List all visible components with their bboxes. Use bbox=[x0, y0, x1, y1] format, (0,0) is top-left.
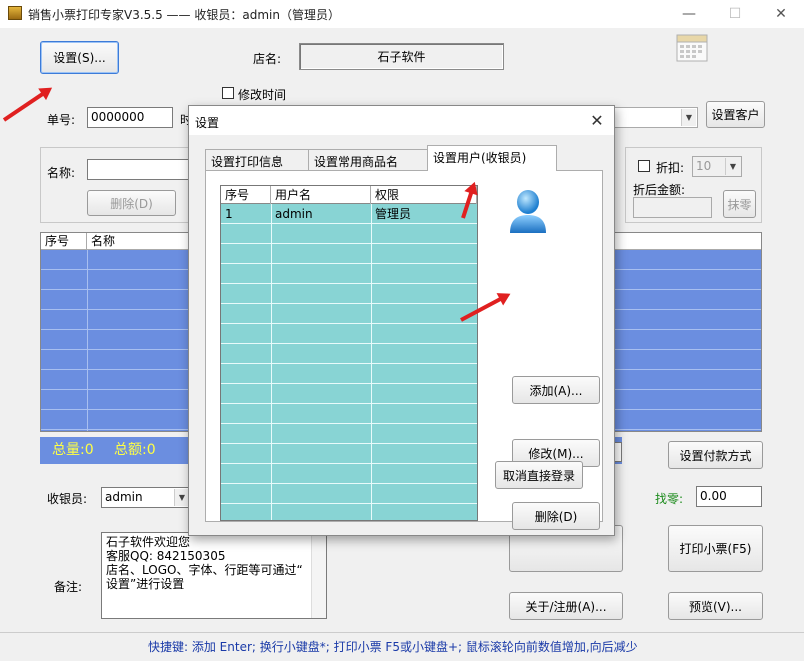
product-name-label: 名称: bbox=[47, 166, 76, 180]
total-amount: 总额:0 bbox=[114, 442, 156, 458]
note-line: 店名、LOGO、字体、行距等可通过“ bbox=[106, 563, 303, 577]
note-line: 客服QQ: 842150305 bbox=[106, 549, 226, 563]
discount-select[interactable]: 10 ▼ bbox=[692, 156, 742, 177]
round-off-button[interactable]: 抹零 bbox=[723, 190, 756, 218]
table-row[interactable] bbox=[221, 224, 477, 244]
table-row[interactable] bbox=[221, 264, 477, 284]
order-number-input[interactable]: 0000000 bbox=[87, 107, 173, 128]
cashier-select[interactable]: admin ▼ bbox=[101, 487, 191, 508]
set-payment-button[interactable]: 设置付款方式 bbox=[668, 441, 763, 469]
column-header[interactable]: 用户名 bbox=[271, 186, 371, 204]
delete-user-button[interactable]: 删除(D) bbox=[512, 502, 600, 530]
minimize-button[interactable]: — bbox=[666, 0, 712, 28]
modify-time-label: 修改时间 bbox=[238, 88, 287, 102]
cashier-value: admin bbox=[105, 490, 143, 504]
table-row[interactable] bbox=[221, 464, 477, 484]
status-shortcuts-text: 快捷键: 添加 Enter; 换行小键盘*; 打印小票 F5或小键盘+; 鼠标滚… bbox=[148, 640, 638, 654]
store-name-field: 石子软件 bbox=[299, 43, 504, 70]
discount-label: 折扣: bbox=[656, 161, 685, 175]
dialog-close-button[interactable]: ✕ bbox=[586, 110, 608, 130]
dialog-title: 设置 bbox=[195, 116, 220, 130]
change-input[interactable]: 0.00 bbox=[696, 486, 762, 507]
annotation-arrow bbox=[2, 91, 45, 122]
set-customer-button[interactable]: 设置客户 bbox=[706, 101, 765, 128]
settings-dialog: 设置 ✕ 设置打印信息 设置常用商品名 设置用户(收银员) 序号 用户名 权限 … bbox=[188, 105, 615, 536]
user-avatar-icon bbox=[508, 187, 548, 237]
store-name-label: 店名: bbox=[253, 52, 282, 66]
table-row[interactable] bbox=[221, 484, 477, 504]
cashier-label: 收银员: bbox=[47, 492, 88, 506]
notes-scrollbar[interactable] bbox=[311, 533, 326, 618]
discount-checkbox[interactable] bbox=[638, 160, 650, 172]
cancel-auto-login-button[interactable]: 取消直接登录 bbox=[495, 461, 583, 489]
print-receipt-button[interactable]: 打印小票(F5) bbox=[668, 525, 763, 572]
column-header[interactable]: 权限 bbox=[371, 186, 477, 204]
calendar-icon[interactable] bbox=[676, 32, 708, 62]
row-username: admin bbox=[275, 207, 313, 221]
preview-button[interactable]: 预览(V)... bbox=[668, 592, 763, 620]
after-discount-input[interactable] bbox=[633, 197, 712, 218]
maximize-button[interactable]: ☐ bbox=[712, 0, 758, 28]
table-row[interactable] bbox=[221, 504, 477, 520]
table-row[interactable] bbox=[221, 284, 477, 304]
total-quantity: 总量:0 bbox=[52, 442, 94, 458]
product-name-input[interactable] bbox=[87, 159, 190, 180]
users-table[interactable]: 序号 用户名 权限 1 admin 管理员 bbox=[220, 185, 478, 521]
customer-select[interactable]: ▼ bbox=[612, 107, 698, 128]
notes-textarea[interactable]: 石子软件欢迎您 客服QQ: 842150305 店名、LOGO、字体、行距等可通… bbox=[101, 532, 327, 619]
column-header[interactable]: 名称 bbox=[87, 233, 197, 250]
users-table-header: 序号 用户名 权限 bbox=[221, 186, 477, 204]
status-bar: 快捷键: 添加 Enter; 换行小键盘*; 打印小票 F5或小键盘+; 鼠标滚… bbox=[0, 632, 804, 661]
tab-print-info[interactable]: 设置打印信息 bbox=[205, 149, 309, 170]
chevron-down-icon: ▼ bbox=[681, 109, 696, 126]
tab-users[interactable]: 设置用户(收银员) bbox=[427, 145, 557, 171]
app-icon bbox=[8, 6, 22, 20]
add-user-button[interactable]: 添加(A)... bbox=[512, 376, 600, 404]
column-header[interactable]: 序号 bbox=[41, 233, 87, 250]
close-button[interactable]: ✕ bbox=[758, 0, 804, 28]
table-row[interactable] bbox=[221, 364, 477, 384]
column-header[interactable]: 序号 bbox=[221, 186, 271, 204]
order-number-label: 单号: bbox=[47, 113, 76, 127]
dialog-titlebar: 设置 ✕ bbox=[189, 106, 614, 135]
delete-item-button[interactable]: 删除(D) bbox=[87, 190, 176, 216]
table-row[interactable] bbox=[221, 304, 477, 324]
tab-common-products[interactable]: 设置常用商品名 bbox=[308, 149, 428, 170]
notes-label: 备注: bbox=[54, 580, 83, 594]
discount-value: 10 bbox=[696, 159, 712, 173]
chevron-down-icon: ▼ bbox=[174, 489, 189, 506]
table-row[interactable] bbox=[221, 244, 477, 264]
modify-time-checkbox[interactable] bbox=[222, 87, 234, 99]
chevron-down-icon: ▼ bbox=[725, 158, 740, 175]
after-discount-label: 折后金额: bbox=[633, 183, 686, 197]
row-index: 1 bbox=[225, 207, 233, 221]
table-row[interactable] bbox=[221, 324, 477, 344]
table-row[interactable] bbox=[221, 444, 477, 464]
note-line: 石子软件欢迎您 bbox=[106, 535, 191, 549]
table-row[interactable] bbox=[221, 404, 477, 424]
about-register-button[interactable]: 关于/注册(A)... bbox=[509, 592, 623, 620]
settings-button[interactable]: 设置(S)... bbox=[40, 41, 119, 74]
note-line: 设置”进行设置 bbox=[106, 577, 185, 591]
table-row[interactable]: 1 admin 管理员 bbox=[221, 204, 477, 224]
window-title: 销售小票打印专家V3.5.5 —— 收银员：admin（管理员） bbox=[28, 8, 340, 22]
window-titlebar: 销售小票打印专家V3.5.5 —— 收银员：admin（管理员） — ☐ ✕ bbox=[0, 0, 804, 28]
change-label: 找零: bbox=[655, 492, 684, 506]
table-row[interactable] bbox=[221, 344, 477, 364]
table-row[interactable] bbox=[221, 384, 477, 404]
table-row[interactable] bbox=[221, 424, 477, 444]
